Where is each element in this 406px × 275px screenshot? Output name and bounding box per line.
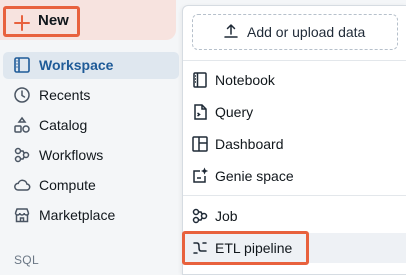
menu-item-label: Genie space <box>215 168 294 184</box>
menu-item-label: Dashboard <box>215 136 284 152</box>
upload-icon <box>223 23 239 39</box>
menu-item-label: Notebook <box>215 72 275 88</box>
etl-pipeline-highlight <box>182 231 309 265</box>
menu-divider <box>183 60 406 61</box>
sidebar-item-label: Workflows <box>39 147 104 163</box>
query-icon <box>191 103 209 121</box>
workflows-icon <box>13 146 31 164</box>
catalog-icon <box>13 116 31 134</box>
notebook-icon <box>191 71 209 89</box>
dashboard-icon <box>191 135 209 153</box>
sidebar-item-workspace[interactable]: Workspace <box>3 52 179 79</box>
menu-item-job[interactable]: Job <box>183 201 406 231</box>
sidebar-item-label: Workspace <box>39 57 114 73</box>
menu-item-dashboard[interactable]: Dashboard <box>183 129 406 159</box>
menu-divider <box>183 195 406 196</box>
menu-item-genie-space[interactable]: Genie space <box>183 161 406 191</box>
store-icon <box>13 206 31 224</box>
sidebar-item-recents[interactable]: Recents <box>3 82 179 109</box>
workspace-icon <box>13 56 31 74</box>
new-button-label: New <box>38 12 69 29</box>
menu-item-label: Job <box>215 208 238 224</box>
sidebar-item-workflows[interactable]: Workflows <box>3 142 179 169</box>
clock-icon <box>13 86 31 104</box>
sidebar-item-label: Compute <box>39 177 96 193</box>
job-icon <box>191 207 209 225</box>
menu-item-label: Query <box>215 104 254 120</box>
sidebar-item-label: Marketplace <box>39 207 116 223</box>
cloud-icon <box>13 176 31 194</box>
sidebar-item-label: Catalog <box>39 117 88 133</box>
genie-icon <box>191 167 209 185</box>
menu-item-notebook[interactable]: Notebook <box>183 65 406 95</box>
add-or-upload-data-button[interactable]: Add or upload data <box>192 14 398 50</box>
menu-item-query[interactable]: Query <box>183 97 406 127</box>
sidebar-item-label: Recents <box>39 87 91 103</box>
section-label-sql: SQL <box>14 253 39 267</box>
sidebar-item-compute[interactable]: Compute <box>3 172 179 199</box>
sidebar-item-catalog[interactable]: Catalog <box>3 112 179 139</box>
sidebar-item-marketplace[interactable]: Marketplace <box>3 202 179 229</box>
plus-icon <box>14 15 30 31</box>
upload-button-label: Add or upload data <box>247 24 366 40</box>
